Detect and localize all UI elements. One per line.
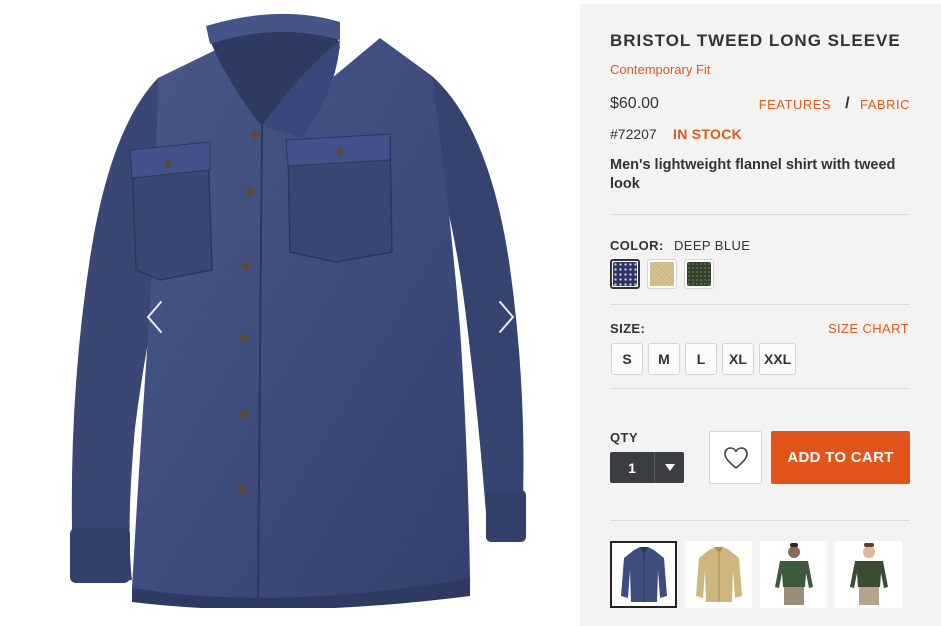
thumbnail-khaki-shirt[interactable] <box>685 541 752 608</box>
product-sku: #72207 <box>610 126 657 142</box>
size-option-s[interactable]: S <box>611 343 643 375</box>
swatch-dark-green-fill <box>687 262 711 286</box>
product-price: $60.00 <box>610 95 659 112</box>
wishlist-button[interactable] <box>709 431 762 484</box>
add-to-cart-button[interactable]: ADD TO CART <box>771 431 910 484</box>
product-title: BRISTOL TWEED LONG SLEEVE <box>610 31 901 50</box>
swatch-deep-blue-fill <box>613 262 637 286</box>
thumbnail-strip <box>610 541 902 608</box>
model-thumbnail-image <box>849 542 888 605</box>
swatch-deep-blue[interactable] <box>610 259 640 289</box>
thumbnail-blue-shirt[interactable] <box>610 541 677 608</box>
product-info-panel: BRISTOL TWEED LONG SLEEVE Contemporary F… <box>580 4 941 626</box>
size-option-l[interactable]: L <box>685 343 717 375</box>
main-product-image <box>70 13 526 608</box>
heart-icon <box>723 446 748 469</box>
divider <box>610 304 910 305</box>
divider <box>610 520 910 521</box>
color-label: COLOR: <box>610 238 664 253</box>
product-description: Men's lightweight flannel shirt with twe… <box>610 157 896 192</box>
fit-link[interactable]: Contemporary Fit <box>610 62 710 77</box>
size-options: S M L XL XXL <box>611 343 797 375</box>
quantity-value: 1 <box>628 459 636 476</box>
selected-color: DEEP BLUE <box>674 238 751 253</box>
swatch-khaki-fill <box>650 262 674 286</box>
thumbnail-green-shirt-model-alt[interactable] <box>835 541 902 608</box>
size-option-xxl[interactable]: XXL <box>759 343 797 375</box>
chevron-right-icon <box>499 301 514 333</box>
shirt-thumbnail-image <box>620 546 667 602</box>
size-option-xl[interactable]: XL <box>722 343 754 375</box>
info-links: FEATURES / FABRIC <box>759 95 910 113</box>
caret-down-icon <box>664 464 675 471</box>
previous-image-button[interactable] <box>141 297 167 337</box>
link-separator: / <box>845 95 851 112</box>
shirt-thumbnail-image <box>695 546 742 602</box>
size-option-m[interactable]: M <box>648 343 680 375</box>
next-image-button[interactable] <box>494 297 520 337</box>
fabric-link[interactable]: FABRIC <box>860 97 910 112</box>
model-thumbnail-image <box>774 542 813 605</box>
swatch-dark-green[interactable] <box>684 259 714 289</box>
quantity-select[interactable]: 1 <box>610 452 684 483</box>
quantity-dropdown-toggle[interactable] <box>654 452 684 483</box>
size-label: SIZE: <box>610 321 646 336</box>
thumbnail-green-shirt-model[interactable] <box>760 541 827 608</box>
swatch-khaki[interactable] <box>647 259 677 289</box>
color-swatches <box>610 259 714 289</box>
chevron-left-icon <box>147 301 162 333</box>
qty-label: QTY <box>610 430 638 445</box>
divider <box>610 388 910 389</box>
size-chart-link[interactable]: SIZE CHART <box>828 321 909 336</box>
stock-status: IN STOCK <box>673 126 743 142</box>
product-gallery <box>0 0 580 626</box>
features-link[interactable]: FEATURES <box>759 97 831 112</box>
divider <box>610 214 910 215</box>
